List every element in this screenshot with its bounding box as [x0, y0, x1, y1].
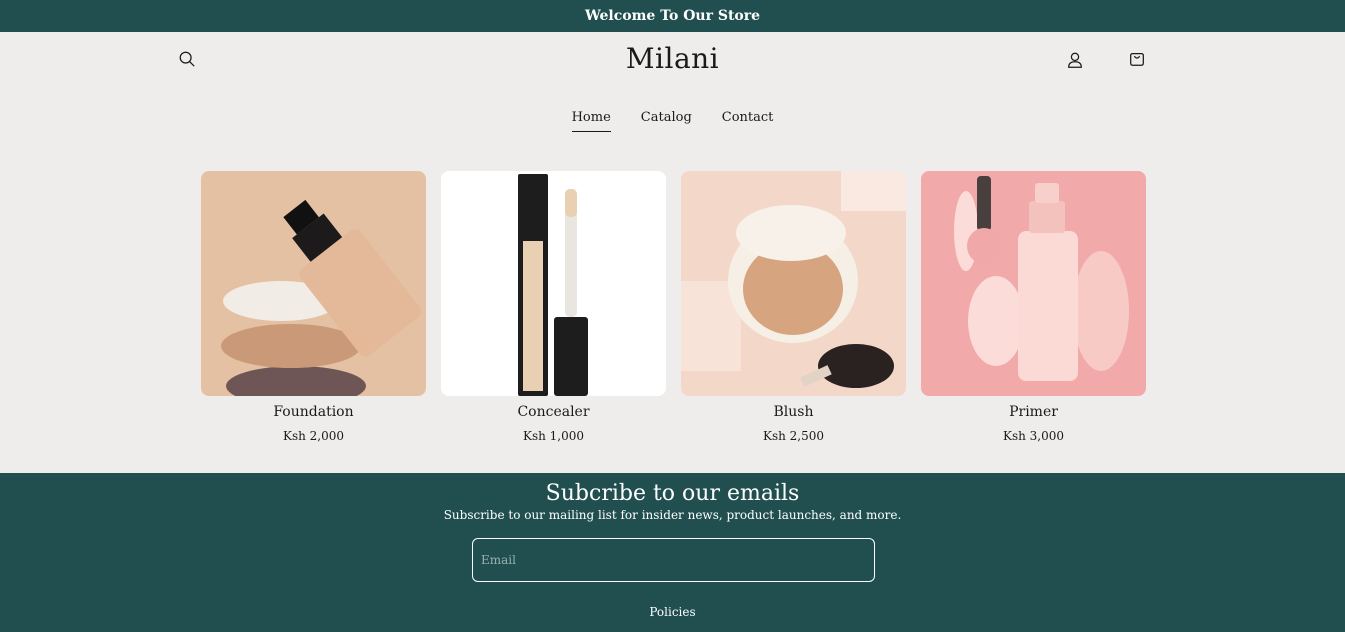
product-price: Ksh 2,500 — [762, 429, 825, 443]
product-title[interactable]: Foundation — [201, 404, 426, 420]
product-image-concealer[interactable] — [441, 171, 666, 396]
site-header: Milani — [0, 32, 1345, 92]
product-image-primer[interactable] — [921, 171, 1146, 396]
nav-home[interactable]: Home — [571, 110, 611, 132]
policies-section: Policies — [0, 605, 1345, 619]
announcement-bar: Welcome To Our Store — [0, 0, 1345, 32]
nav-contact[interactable]: Contact — [722, 110, 774, 132]
product-image-foundation[interactable] — [201, 171, 426, 396]
main-nav: Home Catalog Contact — [0, 110, 1345, 132]
product-price: Ksh 3,000 — [1002, 429, 1065, 443]
product-title[interactable]: Concealer — [441, 404, 666, 420]
policies-link[interactable]: Policies — [649, 605, 695, 619]
product-image-blush[interactable] — [681, 171, 906, 396]
product-card-concealer[interactable]: Concealer Ksh 1,000 — [441, 171, 666, 443]
product-card-blush[interactable]: Blush Ksh 2,500 — [681, 171, 906, 443]
product-card-primer[interactable]: Primer Ksh 3,000 — [921, 171, 1146, 443]
product-card-foundation[interactable]: Foundation Ksh 2,000 — [201, 171, 426, 443]
product-grid: Foundation Ksh 2,000 Concealer Ksh 1,000 — [201, 171, 1146, 443]
account-icon[interactable] — [1063, 48, 1087, 72]
cart-icon[interactable] — [1125, 47, 1149, 71]
product-title[interactable]: Blush — [681, 404, 906, 420]
newsletter-subtext: Subscribe to our mailing list for inside… — [443, 508, 902, 522]
email-input[interactable] — [472, 538, 875, 582]
newsletter-heading: Subcribe to our emails — [545, 481, 800, 506]
newsletter-footer: Subcribe to our emails Subscribe to our … — [0, 473, 1345, 632]
product-title[interactable]: Primer — [921, 404, 1146, 420]
nav-catalog[interactable]: Catalog — [641, 110, 692, 132]
product-price: Ksh 2,000 — [282, 429, 345, 443]
product-price: Ksh 1,000 — [522, 429, 585, 443]
logo-link[interactable]: Milani — [626, 42, 719, 75]
announcement-text: Welcome To Our Store — [584, 8, 761, 24]
